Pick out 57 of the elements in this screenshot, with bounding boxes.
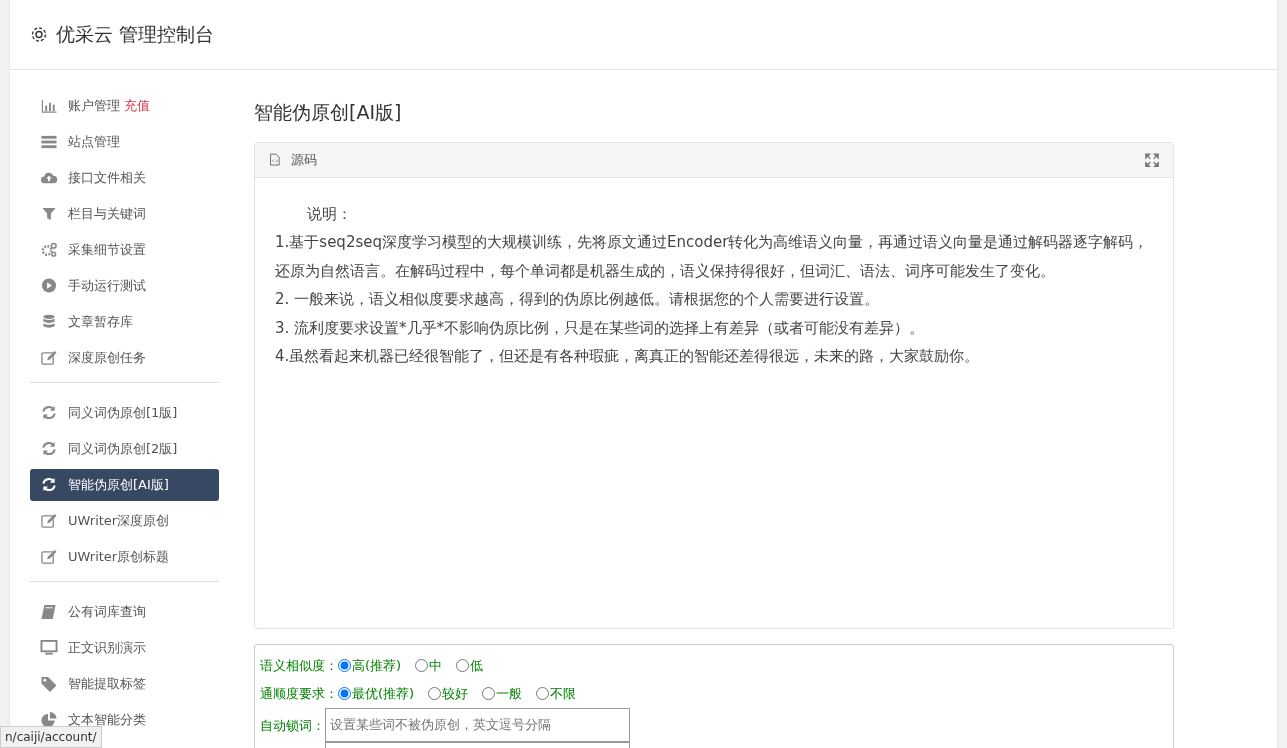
- description-text: 2. 一般来说，语义相似度要求越高，得到的伪原比例越低。请根据您的个人需要进行设置。: [275, 289, 881, 310]
- refresh-icon: [40, 405, 58, 421]
- sidebar-item[interactable]: 深度原创任务: [30, 342, 219, 374]
- gear-icon: [30, 25, 48, 44]
- sidebar-item[interactable]: 采集细节设置: [30, 234, 219, 266]
- description-text: 说明：: [306, 203, 353, 225]
- server-icon: [40, 134, 58, 150]
- refresh-icon: [40, 477, 58, 493]
- pie-chart-icon: [40, 712, 58, 728]
- radio-button[interactable]: [338, 687, 351, 700]
- input-field[interactable]: 设置某些词不被伪原创，英文逗号分隔: [325, 707, 630, 742]
- sidebar-item[interactable]: 站点管理: [30, 126, 219, 158]
- description-text: 3. 流利度要求设置*几乎*不影响伪原比例，只是在某些词的选择上有差异（或者可能没有差异）。: [275, 317, 926, 339]
- radio-button[interactable]: [536, 687, 550, 700]
- radio-button[interactable]: [415, 659, 429, 672]
- fullscreen-icon[interactable]: [1145, 152, 1159, 167]
- edit-icon: [40, 513, 58, 529]
- radio-button[interactable]: [456, 659, 470, 672]
- sidebar-item[interactable]: UWriter原创标题: [30, 541, 219, 573]
- sidebar-item[interactable]: 智能伪原创[AI版]: [30, 469, 219, 501]
- sidebar-item[interactable]: UWriter深度原创: [30, 505, 219, 537]
- option-label: 语义相似度：: [260, 656, 338, 675]
- description-text: 1.基于seq2seq深度学习模型的大规模训练，先将原文通过Encoder转化为高维语义向量，再通过语义向量是通过解码器逐字解码，还原为自然语言。在解码过程中，每个单词都是机器生成的，语义保持得很好，但词汇、语法、词序可能发生了变化。: [275, 232, 1150, 282]
- sidebar-item[interactable]: 手动运行测试: [30, 270, 219, 302]
- gears-icon: [40, 242, 58, 258]
- option-label: 通顺度要求：: [260, 684, 338, 703]
- radio-button[interactable]: [482, 687, 496, 700]
- book-icon: [40, 604, 58, 620]
- radio-button[interactable]: [428, 687, 442, 700]
- cloud-upload-icon: [40, 170, 58, 186]
- bar-chart-icon: [40, 98, 58, 114]
- sidebar-item[interactable]: 栏目与关键词: [30, 198, 219, 230]
- edit-icon: [40, 350, 58, 366]
- tag-icon: [40, 676, 58, 692]
- status-url: n/caiji/account/: [0, 726, 102, 748]
- sidebar-item[interactable]: 同义词伪原创[1版]: [30, 397, 219, 429]
- panel-tab[interactable]: 源码: [291, 149, 317, 170]
- sidebar-item[interactable]: 接口文件相关: [30, 162, 219, 194]
- sidebar-item[interactable]: 正文识别演示: [30, 632, 219, 664]
- code-file-icon: [269, 151, 283, 168]
- filter-icon: [40, 206, 58, 222]
- description-text: 4.虽然看起来机器已经很智能了，但还是有各种瑕疵，离真正的智能还差得很远，未来的路，大家鼓励你。: [275, 346, 981, 367]
- sidebar-item[interactable]: 文章暂存库: [30, 306, 219, 338]
- play-icon: [40, 278, 58, 294]
- sidebar-item[interactable]: 智能提取标签: [30, 668, 219, 700]
- app-title: 优采云 管理控制台: [56, 22, 215, 48]
- options-panel: 语义相似度： 高(推荐) 中 低 通顺度要求： 最优(推荐) 较好 一般 不限 自动锁词： 设置某些词不被伪原创，英文逗号分隔: [254, 643, 1174, 748]
- edit-icon: [40, 549, 58, 565]
- field-label: 自动锁词：: [260, 716, 325, 735]
- monitor-icon: [40, 640, 58, 656]
- sidebar-item[interactable]: 公有词库查询: [30, 596, 219, 628]
- refresh-icon: [40, 441, 58, 457]
- page-title: 智能伪原创[AI版]: [254, 100, 403, 125]
- database-icon: [40, 314, 58, 330]
- sidebar-item[interactable]: 账户管理 充值: [30, 90, 219, 122]
- sidebar-item[interactable]: 同义词伪原创[2版]: [30, 433, 219, 465]
- radio-button[interactable]: [338, 659, 351, 672]
